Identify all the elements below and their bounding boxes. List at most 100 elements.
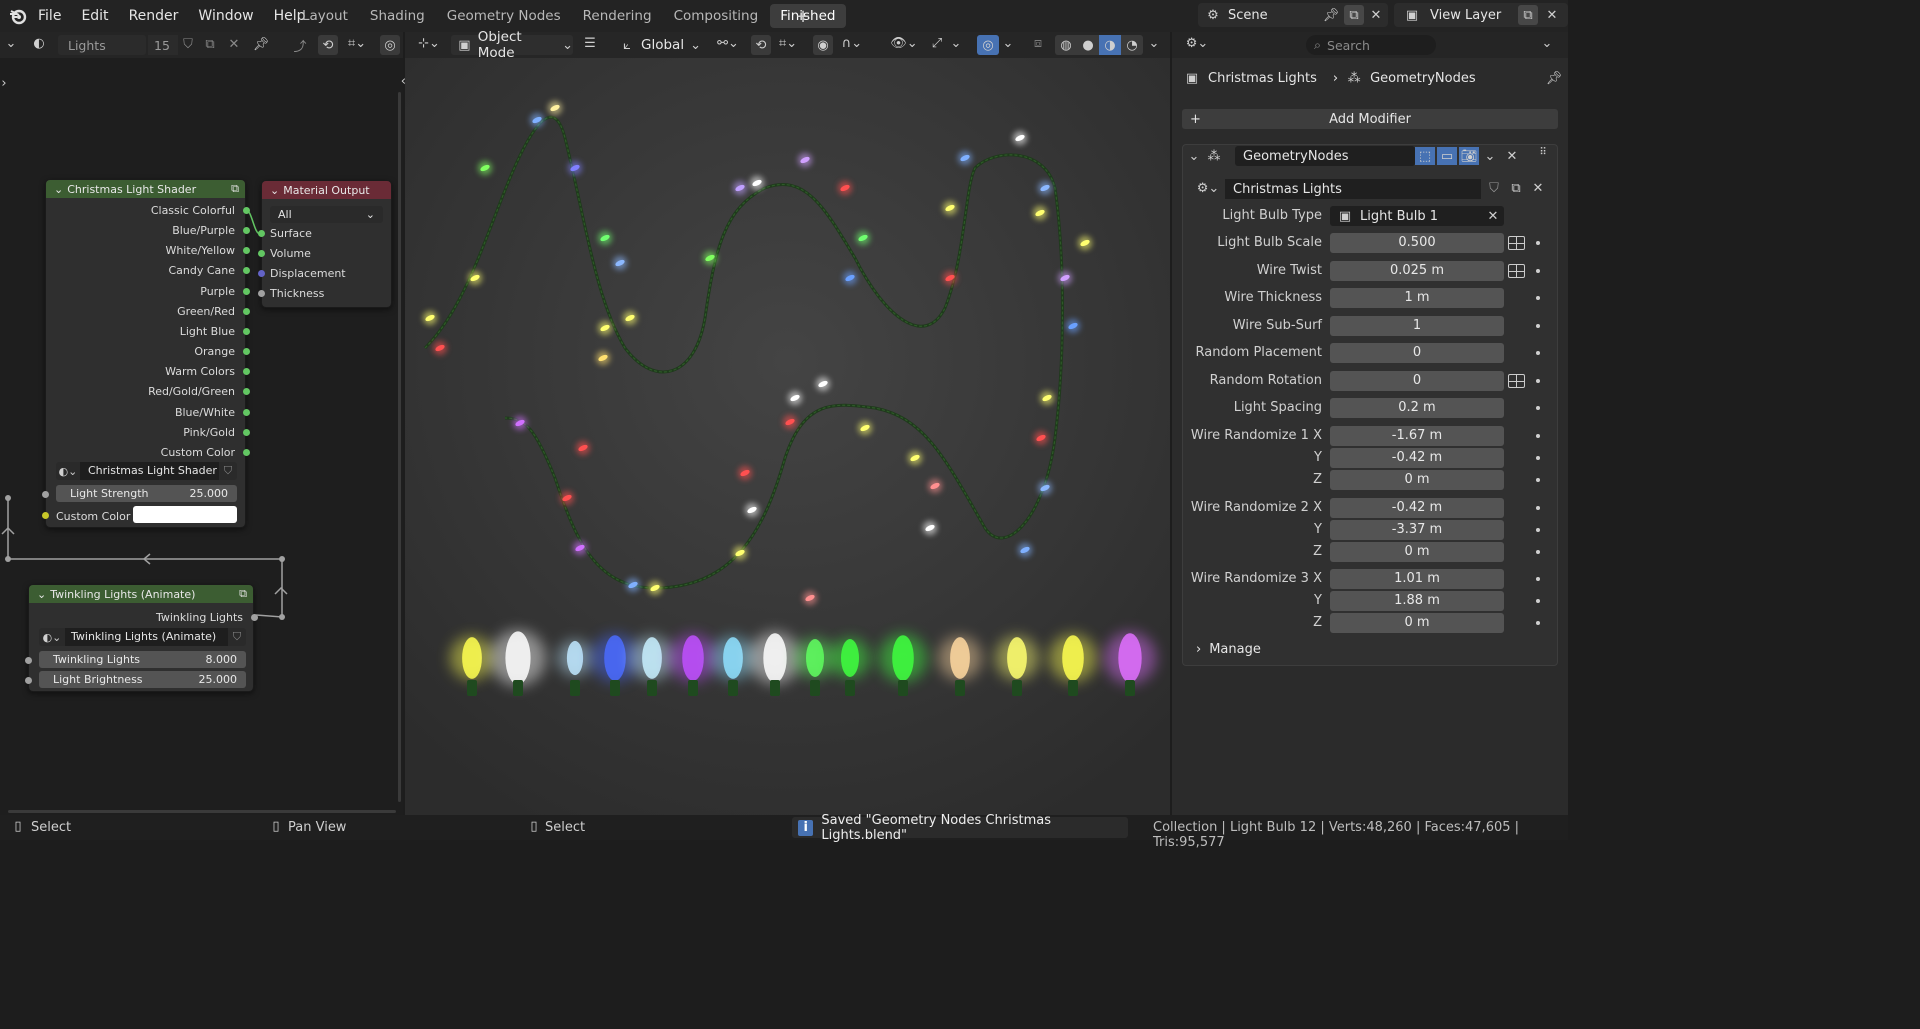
param-value-field[interactable]: 1.88 m xyxy=(1330,591,1504,611)
group-selector[interactable]: ◐⌄ Twinkling Lights (Animate) ⛉ xyxy=(39,628,246,646)
fake-user-icon[interactable]: ⛉ xyxy=(228,630,246,644)
3d-viewport[interactable]: ⊹⌄ ▣ Object Mode ⌄ ☰ ⟀ Global ⌄ ⚯⌄ ⟲ ⌗⌄ … xyxy=(401,29,1171,815)
chevron-down-icon[interactable]: ⌄ xyxy=(949,36,963,51)
param-value-field[interactable]: 1.01 m xyxy=(1330,569,1504,589)
clear-icon[interactable]: ✕ xyxy=(1486,209,1500,224)
param-value-field[interactable]: 1 xyxy=(1330,316,1504,336)
keyframe-dot-icon[interactable] xyxy=(1536,599,1540,603)
view-layer-selector[interactable]: ▣ View Layer ⧉ ✕ xyxy=(1394,3,1568,27)
tab-geometry-nodes[interactable]: Geometry Nodes xyxy=(437,4,571,28)
input-socket[interactable] xyxy=(258,250,265,257)
viewport-toggle-icon[interactable]: ▭ xyxy=(1437,147,1457,165)
material-shading-icon[interactable]: ◑ xyxy=(1099,35,1121,55)
node-group-icon[interactable]: ⧉ xyxy=(231,182,239,196)
param-value-field[interactable]: 0.2 m xyxy=(1330,398,1504,418)
socket[interactable] xyxy=(42,491,49,498)
keyframe-dot-icon[interactable] xyxy=(1536,506,1540,510)
blender-logo-icon[interactable] xyxy=(8,6,28,26)
tab-compositing[interactable]: Compositing xyxy=(664,4,769,28)
tab-rendering[interactable]: Rendering xyxy=(573,4,662,28)
keyframe-dot-icon[interactable] xyxy=(1536,379,1540,383)
overlays-icon[interactable]: ◎ xyxy=(977,35,999,55)
keyframe-dot-icon[interactable] xyxy=(1536,324,1540,328)
menu-icon[interactable]: ☰ xyxy=(581,36,599,51)
search-field[interactable]: ⌕ Search xyxy=(1306,35,1436,55)
christmas-light-shader-node[interactable]: ⌄ Christmas Light Shader ⧉ Classic Color… xyxy=(42,179,250,528)
keyframe-dot-icon[interactable] xyxy=(1536,550,1540,554)
input-socket[interactable] xyxy=(258,230,265,237)
xray-icon[interactable]: ⧈ xyxy=(1029,36,1047,51)
param-value-field[interactable]: 0 xyxy=(1330,371,1504,391)
param-value-field[interactable]: 0 m xyxy=(1330,470,1504,490)
light-brightness-field[interactable]: Light Brightness 25.000 xyxy=(39,671,246,688)
attribute-toggle-icon[interactable] xyxy=(1508,374,1525,388)
menu-file[interactable]: File xyxy=(28,2,71,30)
socket[interactable] xyxy=(42,512,49,519)
collapse-icon[interactable]: ⌄ xyxy=(270,184,279,197)
delete-view-layer-icon[interactable]: ✕ xyxy=(1544,8,1560,23)
menu-render[interactable]: Render xyxy=(119,2,189,30)
fake-user-icon[interactable]: ⛉ xyxy=(219,464,237,478)
wireframe-shading-icon[interactable]: ◍ xyxy=(1055,35,1077,55)
render-toggle-icon[interactable]: 📷︎ xyxy=(1459,147,1479,165)
output-socket[interactable] xyxy=(243,408,250,416)
group-selector[interactable]: ◐⌄ Christmas Light Shader ⛉ xyxy=(56,462,237,480)
solid-shading-icon[interactable]: ● xyxy=(1077,35,1099,55)
param-value-field[interactable]: 0.025 m xyxy=(1330,261,1504,281)
chevron-down-icon[interactable]: ⌄ xyxy=(1483,149,1497,164)
status-message[interactable]: i Saved "Geometry Nodes Christmas Lights… xyxy=(792,813,1128,843)
keyframe-dot-icon[interactable] xyxy=(1536,528,1540,532)
shader-editor[interactable]: ⌄ ◐ Lights 15 ⛉ ⧉ ✕ 📌︎ ⤴ ⟲ ⌗⌄ ◎ › ⌄ Chri… xyxy=(0,32,403,815)
chevron-down-icon[interactable]: ⌄ xyxy=(1147,36,1161,51)
output-socket[interactable] xyxy=(243,327,250,335)
pivot-icon[interactable]: ⚯⌄ xyxy=(713,36,743,51)
keyframe-dot-icon[interactable] xyxy=(1536,478,1540,482)
custom-color-swatch[interactable] xyxy=(133,506,237,523)
param-value-field[interactable]: 0.500 xyxy=(1330,233,1504,253)
param-value-field[interactable]: 0 xyxy=(1330,343,1504,363)
edit-mode-toggle-icon[interactable]: ⬚ xyxy=(1415,147,1435,165)
param-value-field[interactable]: 0 m xyxy=(1330,613,1504,633)
menu-edit[interactable]: Edit xyxy=(71,2,118,30)
modifier-name-field[interactable]: GeometryNodes xyxy=(1235,146,1415,166)
manage-subpanel[interactable]: › Manage xyxy=(1196,642,1261,657)
bulb-type-field[interactable]: ▣ Light Bulb 1 ✕ xyxy=(1330,206,1504,226)
orientation-dropdown[interactable]: ⟀ Global ⌄ xyxy=(619,35,705,55)
keyframe-dot-icon[interactable] xyxy=(1536,351,1540,355)
editor-type-icon[interactable]: ⊹⌄ xyxy=(415,36,443,51)
drag-handle-icon[interactable]: ⠿ xyxy=(1535,147,1551,158)
vertical-scrollbar[interactable] xyxy=(398,92,401,802)
target-dropdown[interactable]: All ⌄ xyxy=(270,206,383,223)
falloff-icon[interactable]: ∩⌄ xyxy=(837,36,867,51)
attribute-toggle-icon[interactable] xyxy=(1508,236,1525,250)
rendered-shading-icon[interactable]: ◔ xyxy=(1121,35,1143,55)
keyframe-dot-icon[interactable] xyxy=(1536,406,1540,410)
param-value-field[interactable]: -1.67 m xyxy=(1330,426,1504,446)
duplicate-icon[interactable]: ⧉ xyxy=(1507,181,1525,196)
param-value-field[interactable]: -0.42 m xyxy=(1330,448,1504,468)
socket[interactable] xyxy=(251,614,258,621)
output-socket[interactable] xyxy=(243,428,250,436)
visibility-icon[interactable]: 👁⌄ xyxy=(889,36,919,51)
horizontal-scrollbar[interactable] xyxy=(8,810,396,813)
collapse-icon[interactable]: ⌄ xyxy=(54,183,63,196)
new-view-layer-icon[interactable]: ⧉ xyxy=(1518,5,1538,25)
output-socket[interactable] xyxy=(243,448,250,456)
chevron-down-icon[interactable]: ⌄ xyxy=(1540,36,1554,51)
twinkling-lights-field[interactable]: Twinkling Lights 8.000 xyxy=(39,651,246,668)
close-icon[interactable]: ✕ xyxy=(1505,149,1519,164)
param-value-field[interactable]: 0 m xyxy=(1330,542,1504,562)
mode-dropdown[interactable]: ▣ Object Mode ⌄ xyxy=(451,29,573,61)
param-value-field[interactable]: -0.42 m xyxy=(1330,498,1504,518)
attribute-toggle-icon[interactable] xyxy=(1508,264,1525,278)
unlink-icon[interactable]: ✕ xyxy=(1529,181,1547,196)
socket[interactable] xyxy=(25,657,32,664)
editor-type-icon[interactable]: ⚙⌄ xyxy=(1182,36,1212,51)
keyframe-dot-icon[interactable] xyxy=(1536,456,1540,460)
snap-target-icon[interactable]: ⌗⌄ xyxy=(773,36,803,51)
param-value-field[interactable]: -3.37 m xyxy=(1330,520,1504,540)
output-socket[interactable] xyxy=(243,207,250,214)
keyframe-dot-icon[interactable] xyxy=(1536,269,1540,273)
output-socket[interactable] xyxy=(243,348,250,356)
material-output-node[interactable]: ⌄ Material Output All ⌄ Surface Volume Disp… xyxy=(258,180,392,308)
